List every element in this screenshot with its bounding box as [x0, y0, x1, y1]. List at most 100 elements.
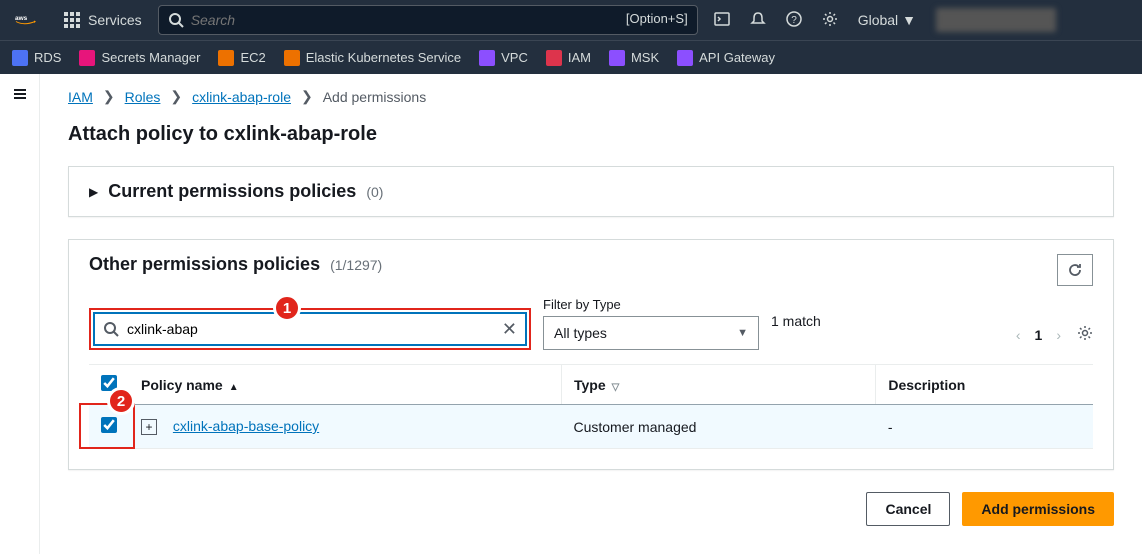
- sort-icon: ▽: [612, 382, 620, 393]
- account-menu[interactable]: [936, 8, 1056, 32]
- global-search: [Option+S]: [158, 5, 698, 35]
- search-icon: [103, 321, 119, 337]
- service-shortcut[interactable]: Elastic Kubernetes Service: [284, 50, 461, 66]
- settings-icon[interactable]: [822, 11, 838, 30]
- help-icon[interactable]: ?: [786, 11, 802, 30]
- callout-2: 2: [107, 387, 135, 415]
- breadcrumb-roles[interactable]: Roles: [125, 89, 161, 105]
- service-shortcut[interactable]: Secrets Manager: [79, 50, 200, 66]
- table-row: 2 + cxlink-abap-base-policy Customer man…: [89, 405, 1093, 449]
- notifications-icon[interactable]: [750, 11, 766, 30]
- type-filter-value: All types: [554, 325, 607, 341]
- add-permissions-button[interactable]: Add permissions: [962, 492, 1114, 526]
- service-icon: [284, 50, 300, 66]
- other-permissions-title: Other permissions policies: [89, 254, 320, 275]
- search-icon: [168, 12, 184, 31]
- row-description: -: [876, 405, 1093, 449]
- main-content: IAM ❯ Roles ❯ cxlink-abap-role ❯ Add per…: [40, 74, 1142, 554]
- service-label: Secrets Manager: [101, 50, 200, 65]
- chevron-down-icon: ▼: [737, 327, 748, 339]
- policy-link[interactable]: cxlink-abap-base-policy: [173, 418, 319, 434]
- sort-asc-icon: ▲: [229, 382, 239, 393]
- expand-row-button[interactable]: +: [141, 419, 157, 435]
- chevron-right-icon: ❯: [103, 88, 115, 105]
- service-label: RDS: [34, 50, 61, 65]
- service-shortcut[interactable]: VPC: [479, 50, 528, 66]
- gear-icon: [1077, 325, 1093, 341]
- pagination: ‹ 1 ›: [1016, 327, 1061, 343]
- aws-logo[interactable]: aws: [12, 14, 48, 26]
- row-checkbox[interactable]: [101, 417, 117, 433]
- type-filter-select[interactable]: All types ▼: [543, 316, 759, 350]
- grid-icon: [64, 12, 80, 28]
- svg-text:aws: aws: [15, 15, 28, 22]
- page-prev[interactable]: ‹: [1016, 327, 1021, 343]
- col-policy-name[interactable]: Policy name▲: [129, 365, 561, 405]
- service-label: VPC: [501, 50, 528, 65]
- chevron-right-icon: ❯: [170, 88, 182, 105]
- service-label: MSK: [631, 50, 659, 65]
- chevron-down-icon: ▼: [902, 12, 916, 28]
- caret-right-icon: ▶: [89, 185, 98, 199]
- service-icon: [79, 50, 95, 66]
- service-label: API Gateway: [699, 50, 775, 65]
- service-icon: [479, 50, 495, 66]
- current-permissions-toggle[interactable]: ▶ Current permissions policies (0): [69, 167, 1113, 216]
- service-icon: [12, 50, 28, 66]
- breadcrumb-iam[interactable]: IAM: [68, 89, 93, 105]
- top-icon-group: ? Global ▼: [714, 8, 1056, 32]
- aws-logo-icon: aws: [12, 14, 48, 26]
- other-permissions-count: (1/1297): [330, 257, 382, 273]
- search-input[interactable]: [158, 5, 698, 35]
- footer-actions: Cancel Add permissions: [68, 492, 1114, 526]
- refresh-icon: [1067, 262, 1083, 278]
- current-permissions-panel: ▶ Current permissions policies (0): [68, 166, 1114, 217]
- service-icon: [609, 50, 625, 66]
- top-nav: aws Services [Option+S] ? Global ▼: [0, 0, 1142, 40]
- match-count: 1 match: [771, 313, 821, 329]
- page-next[interactable]: ›: [1056, 327, 1061, 343]
- service-favorites-bar: RDS Secrets Manager EC2 Elastic Kubernetes …: [0, 40, 1142, 74]
- cancel-button[interactable]: Cancel: [866, 492, 950, 526]
- service-label: EC2: [240, 50, 265, 65]
- service-label: Elastic Kubernetes Service: [306, 50, 461, 65]
- service-icon: [677, 50, 693, 66]
- table-settings-button[interactable]: [1077, 325, 1093, 344]
- side-nav-toggle[interactable]: [0, 74, 40, 554]
- policies-table: Policy name▲ Type▽ Description 2: [89, 364, 1093, 449]
- service-shortcut[interactable]: API Gateway: [677, 50, 775, 66]
- cloudshell-icon[interactable]: [714, 11, 730, 30]
- chevron-right-icon: ❯: [301, 88, 313, 105]
- col-type[interactable]: Type▽: [561, 365, 875, 405]
- clear-filter-button[interactable]: ✕: [502, 319, 517, 340]
- service-label: IAM: [568, 50, 591, 65]
- region-label: Global: [858, 12, 898, 28]
- search-shortcut: [Option+S]: [626, 11, 688, 26]
- service-shortcut[interactable]: MSK: [609, 50, 659, 66]
- col-description[interactable]: Description: [876, 365, 1093, 405]
- row-type: Customer managed: [561, 405, 875, 449]
- page-number: 1: [1035, 327, 1043, 343]
- type-filter-label: Filter by Type: [543, 297, 759, 312]
- breadcrumb-role-name[interactable]: cxlink-abap-role: [192, 89, 291, 105]
- callout-1: 1: [273, 294, 301, 322]
- services-label: Services: [88, 12, 142, 28]
- policy-filter-input[interactable]: [127, 321, 494, 337]
- svg-text:?: ?: [791, 15, 797, 26]
- page-title: Attach policy to cxlink-abap-role: [68, 123, 1114, 146]
- breadcrumb: IAM ❯ Roles ❯ cxlink-abap-role ❯ Add per…: [68, 88, 1114, 105]
- breadcrumb-current: Add permissions: [323, 89, 427, 105]
- service-icon: [546, 50, 562, 66]
- other-permissions-header: Other permissions policies (1/1297): [69, 240, 1113, 289]
- refresh-button[interactable]: [1057, 254, 1093, 286]
- hamburger-icon: [12, 89, 28, 105]
- service-shortcut[interactable]: RDS: [12, 50, 61, 66]
- type-filter: Filter by Type All types ▼: [543, 297, 759, 350]
- service-shortcut[interactable]: IAM: [546, 50, 591, 66]
- service-shortcut[interactable]: EC2: [218, 50, 265, 66]
- policy-filter-wrap: 1 ✕: [89, 308, 531, 350]
- services-menu[interactable]: Services: [64, 12, 142, 28]
- service-icon: [218, 50, 234, 66]
- other-permissions-panel: Other permissions policies (1/1297) 1 ✕: [68, 239, 1114, 470]
- region-selector[interactable]: Global ▼: [858, 12, 916, 28]
